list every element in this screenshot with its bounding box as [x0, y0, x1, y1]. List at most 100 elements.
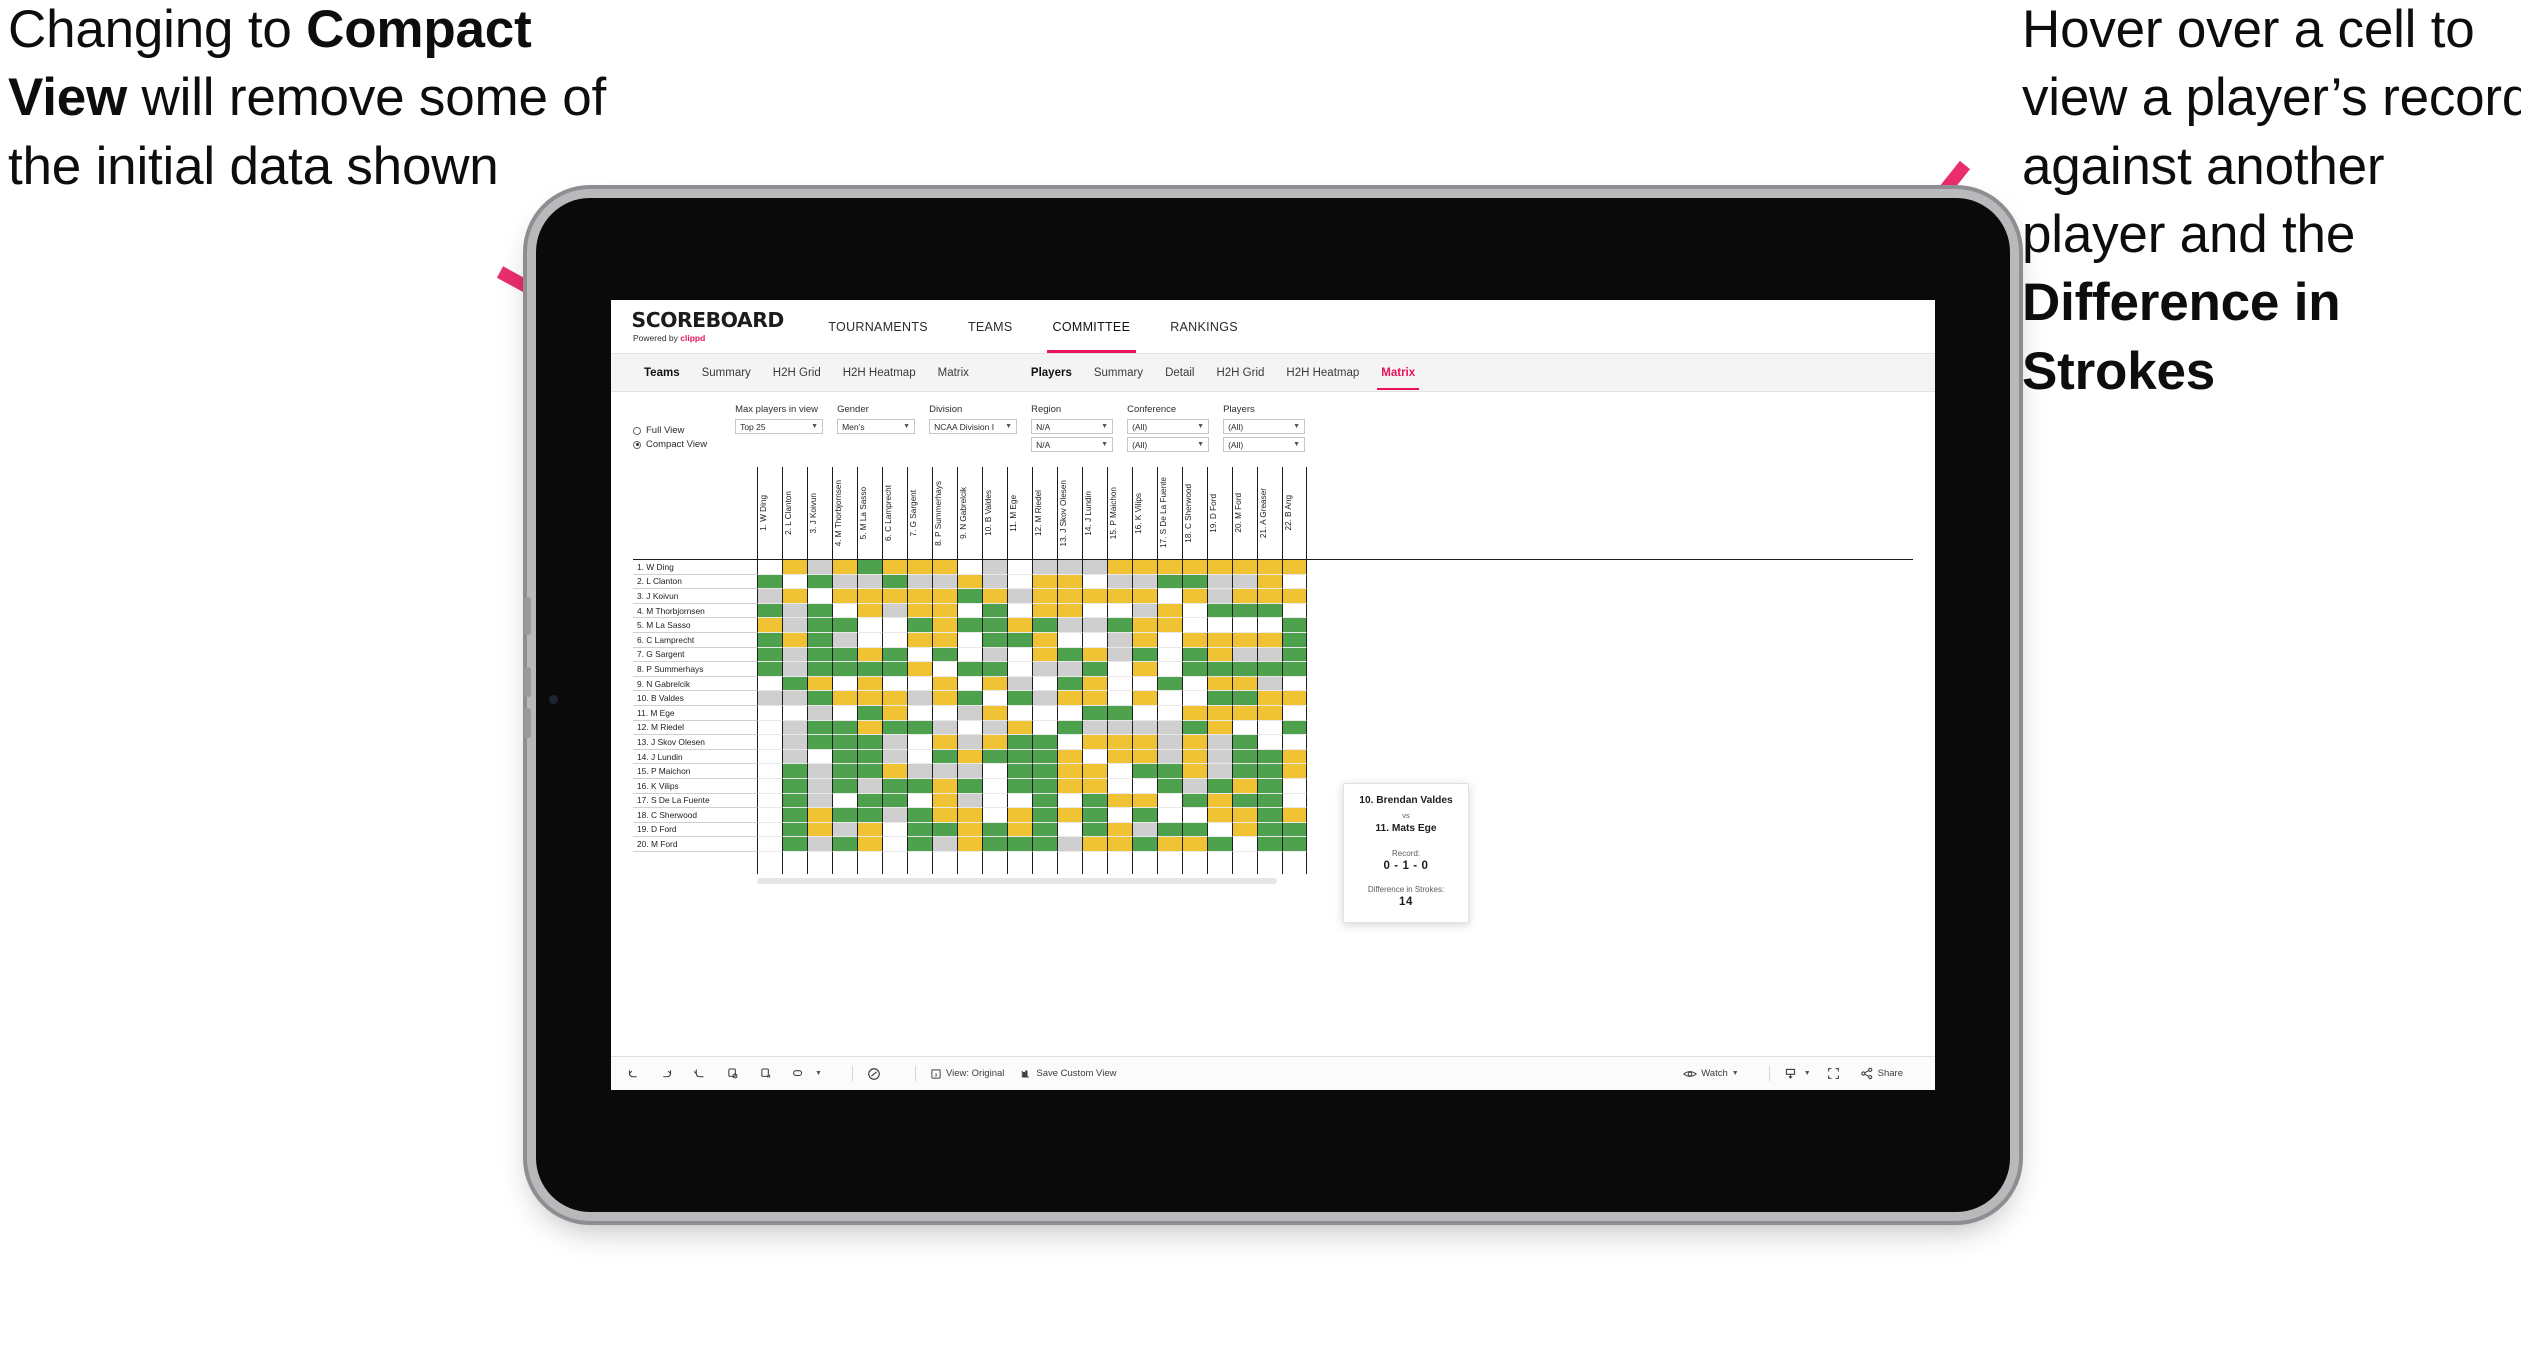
matrix-cell[interactable]	[757, 589, 782, 604]
matrix-cell[interactable]	[1107, 618, 1132, 633]
matrix-cell[interactable]	[807, 560, 832, 575]
matrix-cell[interactable]	[832, 837, 857, 852]
matrix-cell[interactable]	[757, 560, 782, 575]
matrix-cell[interactable]	[1157, 618, 1182, 633]
matrix-cell[interactable]	[832, 793, 857, 809]
matrix-cell[interactable]	[957, 560, 982, 575]
tablet-volume-down-button[interactable]	[524, 667, 531, 697]
matrix-cell[interactable]	[1157, 560, 1182, 575]
matrix-cell[interactable]	[907, 837, 932, 852]
matrix-cell[interactable]	[1007, 837, 1032, 852]
matrix-cell[interactable]	[1207, 822, 1232, 838]
matrix-cell[interactable]	[1132, 618, 1157, 633]
matrix-cell[interactable]	[1082, 837, 1107, 852]
matrix-cell[interactable]	[1207, 837, 1232, 852]
matrix-cell[interactable]	[857, 837, 882, 852]
matrix-cell[interactable]	[1032, 720, 1057, 736]
matrix-cell[interactable]	[1182, 778, 1207, 794]
matrix-cell[interactable]	[1132, 837, 1157, 852]
matrix-cell[interactable]	[1182, 647, 1207, 663]
matrix-cell[interactable]	[1007, 691, 1032, 706]
share-button[interactable]: Share	[1860, 1067, 1903, 1080]
matrix-cell[interactable]	[932, 618, 957, 633]
matrix-cell[interactable]	[1057, 662, 1082, 677]
matrix-cell[interactable]	[807, 808, 832, 823]
matrix-cell[interactable]	[857, 808, 882, 823]
matrix-cell[interactable]	[932, 632, 957, 648]
matrix-cell[interactable]	[1057, 574, 1082, 590]
matrix-cell[interactable]	[1182, 618, 1207, 633]
redo-button[interactable]	[660, 1067, 677, 1080]
matrix-cell[interactable]	[857, 822, 882, 838]
matrix-cell[interactable]	[1007, 808, 1032, 823]
refresh-data-button[interactable]	[726, 1067, 743, 1080]
matrix-cell[interactable]	[782, 764, 807, 779]
matrix-cell[interactable]	[982, 778, 1007, 794]
matrix-cell[interactable]	[832, 603, 857, 619]
matrix-cell[interactable]	[757, 778, 782, 794]
matrix-cell[interactable]	[1132, 676, 1157, 692]
matrix-cell[interactable]	[1157, 691, 1182, 706]
matrix-cell[interactable]	[1282, 749, 1307, 765]
matrix-cell[interactable]	[1207, 560, 1232, 575]
matrix-cell[interactable]	[1182, 837, 1207, 852]
matrix-cell[interactable]	[1082, 822, 1107, 838]
matrix-cell[interactable]	[1107, 705, 1132, 721]
matrix-cell[interactable]	[782, 589, 807, 604]
matrix-cell[interactable]	[1032, 764, 1057, 779]
matrix-cell[interactable]	[857, 749, 882, 765]
matrix-cell[interactable]	[1157, 764, 1182, 779]
matrix-cell[interactable]	[1132, 632, 1157, 648]
matrix-cell[interactable]	[1182, 793, 1207, 809]
matrix-cell[interactable]	[1182, 749, 1207, 765]
matrix-cell[interactable]	[1182, 720, 1207, 736]
matrix-cell[interactable]	[807, 647, 832, 663]
matrix-cell[interactable]	[907, 691, 932, 706]
matrix-cell[interactable]	[1182, 603, 1207, 619]
matrix-cell[interactable]	[1032, 705, 1057, 721]
matrix-cell[interactable]	[1032, 676, 1057, 692]
filter-conference-select[interactable]: (All) ▼	[1127, 419, 1210, 434]
matrix-cell[interactable]	[907, 574, 932, 590]
matrix-cell[interactable]	[807, 749, 832, 765]
matrix-cell[interactable]	[932, 735, 957, 750]
matrix-cell[interactable]	[1082, 618, 1107, 633]
matrix-cell[interactable]	[957, 603, 982, 619]
matrix-cell[interactable]	[1082, 808, 1107, 823]
matrix-cell[interactable]	[1057, 749, 1082, 765]
matrix-cell[interactable]	[1032, 793, 1057, 809]
matrix-cell[interactable]	[1132, 778, 1157, 794]
matrix-cell[interactable]	[857, 574, 882, 590]
matrix-cell[interactable]	[1182, 574, 1207, 590]
subnav-teams-summary[interactable]: Summary	[691, 367, 762, 379]
matrix-cell[interactable]	[1107, 632, 1132, 648]
matrix-cell[interactable]	[832, 574, 857, 590]
watch-button[interactable]: Watch ▼	[1683, 1068, 1739, 1080]
matrix-cell[interactable]	[932, 574, 957, 590]
matrix-cell[interactable]	[832, 662, 857, 677]
matrix-cell[interactable]	[807, 720, 832, 736]
matrix-cell[interactable]	[1132, 603, 1157, 619]
matrix-cell[interactable]	[807, 764, 832, 779]
matrix-cell[interactable]	[957, 618, 982, 633]
matrix-cell[interactable]	[757, 662, 782, 677]
download-button[interactable]: ▼	[1784, 1067, 1811, 1080]
matrix-cell[interactable]	[1157, 647, 1182, 663]
filter-conference-select-2[interactable]: (All) ▼	[1127, 437, 1210, 452]
matrix-cell[interactable]	[1007, 778, 1032, 794]
matrix-cell[interactable]	[907, 662, 932, 677]
matrix-cell[interactable]	[1082, 574, 1107, 590]
matrix-cell[interactable]	[1032, 603, 1057, 619]
matrix-cell[interactable]	[957, 837, 982, 852]
radio-full-view[interactable]: Full View	[633, 425, 707, 436]
matrix-cell[interactable]	[1032, 749, 1057, 765]
matrix-cell[interactable]	[857, 618, 882, 633]
matrix-cell[interactable]	[1082, 647, 1107, 663]
subnav-players-h2h-grid[interactable]: H2H Grid	[1205, 367, 1275, 379]
subnav-players-matrix[interactable]: Matrix	[1370, 367, 1426, 390]
matrix-cell[interactable]	[1257, 603, 1282, 619]
matrix-cell[interactable]	[907, 764, 932, 779]
matrix-cell[interactable]	[832, 749, 857, 765]
matrix-cell[interactable]	[1132, 574, 1157, 590]
matrix-cell[interactable]	[782, 560, 807, 575]
